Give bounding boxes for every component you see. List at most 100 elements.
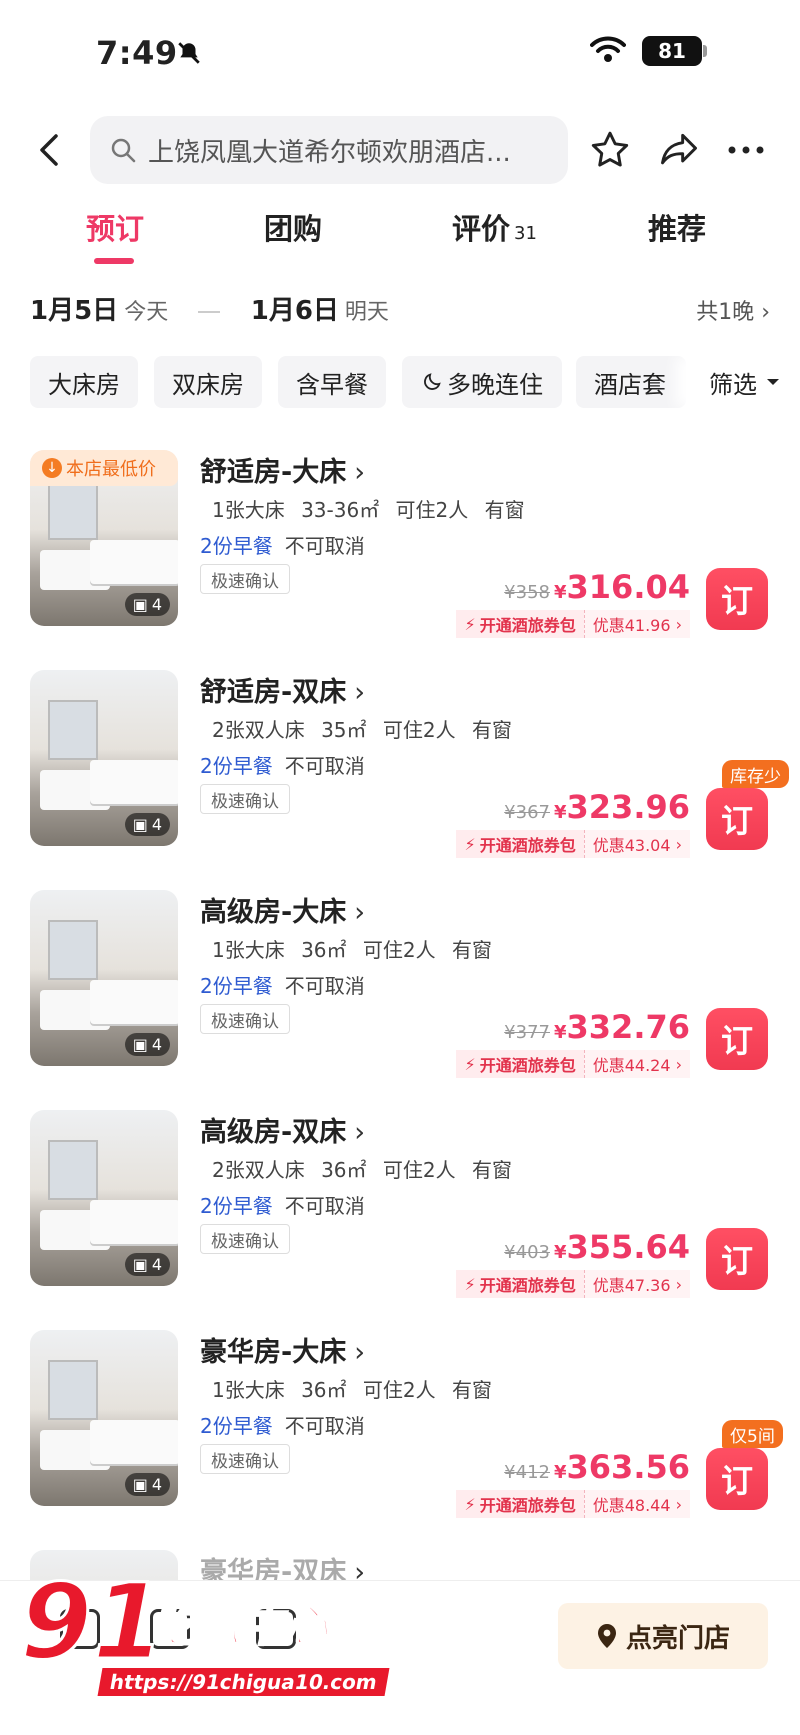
filter-button[interactable]: 筛选 [690, 356, 800, 408]
meal-info: 2份早餐 不可取消 [200, 1410, 365, 1439]
chip-label: 酒店套 [594, 370, 666, 399]
book-button[interactable]: 订 [706, 1008, 768, 1070]
promo-package-label: 开通酒旅券包 [479, 1276, 576, 1295]
filter-chip-breakfast[interactable]: 含早餐 [278, 356, 386, 408]
filter-label: 筛选 [709, 370, 757, 399]
tab-group-buy[interactable]: 团购 [264, 206, 322, 248]
down-arrow-icon: ↓ [42, 458, 62, 478]
room-photo[interactable]: ▣ 4 [30, 1330, 178, 1506]
room-name[interactable]: 舒适房-大床 › [200, 450, 365, 489]
stock-tag: 库存少 [722, 760, 789, 788]
promo-package: ⚡ 开通酒旅券包 [456, 1050, 584, 1078]
photo-bed [90, 980, 178, 1024]
photo-count: 4 [151, 1035, 162, 1054]
room-name[interactable]: 舒适房-双床 › [200, 670, 365, 709]
chevron-right-icon: › [354, 1337, 366, 1368]
room-name[interactable]: 高级房-大床 › [200, 890, 365, 929]
promo-banner[interactable]: ⚡ 开通酒旅券包 优惠48.44 › [456, 1490, 690, 1518]
tab-recommend[interactable]: 推荐 [648, 206, 706, 248]
room-name[interactable]: 高级房-双床 › [200, 1110, 365, 1149]
lowest-price-badge: ↓ 本店最低价 [30, 450, 178, 486]
active-tab-indicator [94, 258, 134, 264]
watermark-text: 吃瓜中心 [151, 1600, 329, 1653]
promo-discount: 优惠47.36 › [583, 1270, 690, 1298]
fast-confirm-tag: 极速确认 [200, 784, 290, 814]
meal-info: 2份早餐 不可取消 [200, 530, 365, 559]
stock-tag: 仅5间 [722, 1420, 783, 1448]
photo-count-badge: ▣ 4 [124, 1473, 170, 1496]
meal-info: 2份早餐 不可取消 [200, 970, 365, 999]
current-price: 323.96 [566, 788, 690, 826]
book-button[interactable]: 订 [706, 568, 768, 630]
promo-package-label: 开通酒旅券包 [479, 1496, 576, 1515]
promo-package: ⚡ 开通酒旅券包 [456, 830, 584, 858]
photo-window [48, 920, 98, 980]
room-card[interactable]: ▣ 4 高级房-大床 › 1张大床 36㎡ 可住2人 有窗 2份早餐 不可取消 极速确认 ¥37… [0, 866, 800, 1078]
price-block: ¥412 ¥363.56 [504, 1448, 690, 1486]
chevron-right-icon: › [354, 1117, 366, 1148]
promo-package: ⚡ 开通酒旅券包 [456, 610, 584, 638]
tab-label: 团购 [264, 212, 323, 246]
original-price: ¥358 [504, 582, 550, 603]
current-price: 355.64 [566, 1228, 690, 1266]
promo-discount: 优惠41.96 › [583, 610, 690, 638]
promo-discount-label: 优惠43.04 [592, 836, 671, 855]
back-arrow-icon[interactable] [30, 130, 70, 170]
cancel-policy: 不可取消 [284, 1194, 365, 1218]
room-photo[interactable]: ▣ 4 [30, 890, 178, 1066]
room-card[interactable]: ▣ 4 舒适房-双床 › 2张双人床 35㎡ 可住2人 有窗 2份早餐 不可取消 极速确认 ¥3… [0, 646, 800, 858]
room-photo[interactable]: ▣ 4 [30, 1110, 178, 1286]
photo-count-badge: ▣ 4 [124, 1033, 170, 1056]
chevron-right-icon: › [354, 677, 366, 708]
date-selector[interactable]: 1月5日 今天 1月6日 明天 共1晚 › [30, 290, 770, 330]
promo-banner[interactable]: ⚡ 开通酒旅券包 优惠43.04 › [456, 830, 690, 858]
currency-symbol: ¥ [553, 1022, 567, 1043]
room-card[interactable]: ▣ 4 豪华房-大床 › 1张大床 36㎡ 可住2人 有窗 2份早餐 不可取消 极速确认 ¥41… [0, 1306, 800, 1518]
filter-chip-king[interactable]: 大床房 [30, 356, 138, 408]
cancel-policy: 不可取消 [284, 974, 365, 998]
photo-window [48, 480, 98, 540]
meal-info: 2份早餐 不可取消 [200, 750, 365, 779]
room-card[interactable]: ▣ 4 高级房-双床 › 2张双人床 36㎡ 可住2人 有窗 2份早餐 不可取消 极速确认 ¥4… [0, 1086, 800, 1298]
star-favorite-icon[interactable] [588, 128, 632, 176]
search-bar[interactable]: 上饶凤凰大道希尔顿欢朋酒店... [90, 116, 568, 184]
watermark-logo: 91 吃瓜中心 https://91chigua10.com [19, 1569, 390, 1720]
share-icon[interactable] [656, 128, 702, 176]
status-time: 7:49 [96, 34, 178, 72]
breakfast-label: 2份早餐 [200, 1194, 273, 1218]
caret-down-icon [767, 379, 779, 385]
room-card[interactable]: ▣ 4 ↓ 本店最低价 舒适房-大床 › 1张大床 33-36㎡ 可住2人 有窗 2份早餐 不可… [0, 426, 800, 638]
light-store-label: 点亮门店 [625, 1623, 730, 1654]
cancel-policy: 不可取消 [284, 754, 365, 778]
room-name[interactable]: 豪华房-大床 › [200, 1330, 365, 1369]
tab-label: 推荐 [648, 212, 707, 246]
light-store-button[interactable]: 点亮门店 [558, 1603, 768, 1669]
promo-banner[interactable]: ⚡ 开通酒旅券包 优惠47.36 › [456, 1270, 690, 1298]
book-button[interactable]: 订 [706, 788, 768, 850]
filter-chip-twin[interactable]: 双床房 [154, 356, 262, 408]
nights-label: 共1晚 [696, 300, 755, 325]
image-icon: ▣ [132, 1255, 148, 1274]
promo-banner[interactable]: ⚡ 开通酒旅券包 优惠41.96 › [456, 610, 690, 638]
price-block: ¥367 ¥323.96 [504, 788, 690, 826]
filter-chip-suite[interactable]: 酒店套 [576, 356, 686, 408]
currency-symbol: ¥ [553, 1242, 567, 1263]
promo-package-label: 开通酒旅券包 [479, 836, 576, 855]
book-button[interactable]: 订 [706, 1228, 768, 1290]
tab-reviews[interactable]: 评价 31 [452, 206, 537, 248]
tab-book[interactable]: 预订 [86, 206, 144, 248]
checkin-date: 1月5日 [30, 296, 119, 326]
more-icon[interactable] [726, 128, 766, 176]
image-icon: ▣ [132, 815, 148, 834]
room-photo[interactable]: ▣ 4 [30, 670, 178, 846]
status-bar: 7:49 81 [0, 0, 800, 100]
image-icon: ▣ [132, 1475, 148, 1494]
filter-chip-multi-night[interactable]: 多晚连住 [402, 356, 562, 408]
room-specs: 1张大床 33-36㎡ 可住2人 有窗 [212, 498, 525, 522]
fast-confirm-tag: 极速确认 [200, 1004, 290, 1034]
promo-banner[interactable]: ⚡ 开通酒旅券包 优惠44.24 › [456, 1050, 690, 1078]
book-button[interactable]: 订 [706, 1448, 768, 1510]
watermark-url: https://91chigua10.com [97, 1668, 390, 1696]
chevron-right-icon: › [761, 300, 770, 325]
room-name-text: 高级房-双床 [200, 1117, 347, 1148]
